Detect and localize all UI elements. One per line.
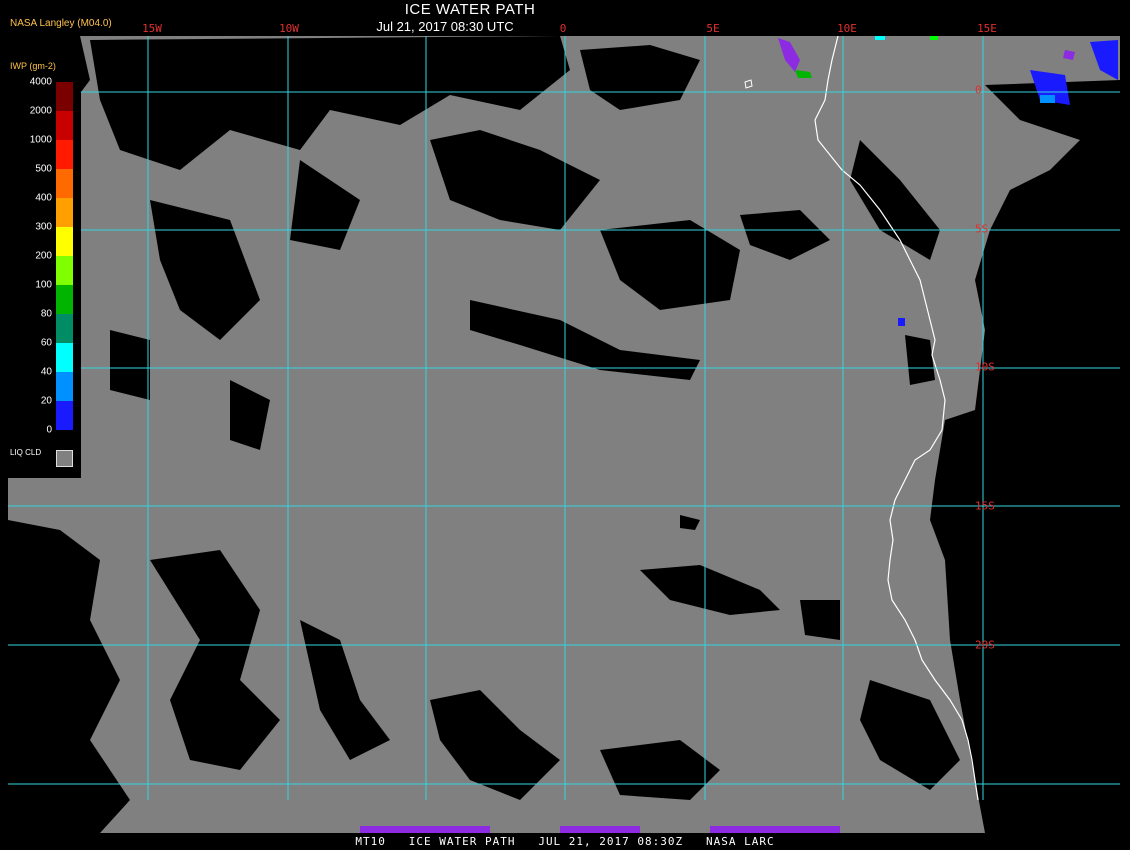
map-canvas	[0, 0, 1130, 850]
legend-level-label: 200	[35, 250, 52, 262]
legend-level-label: 500	[35, 163, 52, 175]
color-legend: IWP (gm-2) 4000 2000 1000 500 400 300 200 100 80…	[8, 60, 81, 478]
legend-level-label: 1000	[29, 134, 52, 146]
latitude-label: 0	[975, 83, 982, 97]
agency-label: NASA Langley (M04.0)	[10, 18, 112, 29]
legend-swatch	[56, 401, 73, 430]
longitude-label: 10W	[279, 22, 299, 35]
legend-level-label: 80	[40, 308, 52, 320]
legend-swatch	[56, 256, 73, 285]
legend-swatch	[56, 314, 73, 343]
legend-level-label: 2000	[29, 105, 52, 117]
latitude-label: 15S	[975, 499, 995, 513]
legend-swatch	[56, 372, 73, 401]
legend-swatch	[56, 169, 73, 198]
legend-level-label: 400	[35, 192, 52, 204]
legend-units: IWP (gm-2)	[10, 61, 56, 71]
legend-swatch	[56, 285, 73, 314]
legend-level-label: 20	[40, 395, 52, 407]
map-title: ICE WATER PATH	[404, 1, 536, 18]
legend-swatch	[56, 343, 73, 372]
map-timestamp: Jul 21, 2017 08:30 UTC	[376, 19, 514, 34]
legend-level-label: 0	[46, 424, 52, 436]
legend-swatch	[56, 198, 73, 227]
legend-level-label: 100	[35, 279, 52, 291]
latitude-label: 20S	[975, 638, 995, 652]
longitude-label: 0	[559, 22, 567, 35]
legend-swatch	[56, 111, 73, 140]
longitude-label: 10E	[837, 22, 857, 35]
legend-swatch	[56, 227, 73, 256]
liquid-cloud-swatch	[56, 450, 73, 467]
legend-level-label: 40	[40, 366, 52, 378]
latitude-label: 5S	[975, 222, 989, 236]
legend-level-label: 4000	[29, 76, 52, 88]
latitude-label: 10S	[975, 360, 995, 374]
longitude-label: 5E	[706, 22, 720, 35]
longitude-label: 15W	[142, 22, 162, 35]
legend-swatch	[56, 140, 73, 169]
longitude-label: 15E	[977, 22, 997, 35]
legend-swatch	[56, 82, 73, 111]
footer-caption: MT10 ICE WATER PATH JUL 21, 2017 08:30Z …	[355, 835, 775, 848]
legend-level-label: 60	[40, 337, 52, 349]
legend-level-label: 300	[35, 221, 52, 233]
liquid-cloud-label: LIQ CLD	[10, 448, 42, 457]
